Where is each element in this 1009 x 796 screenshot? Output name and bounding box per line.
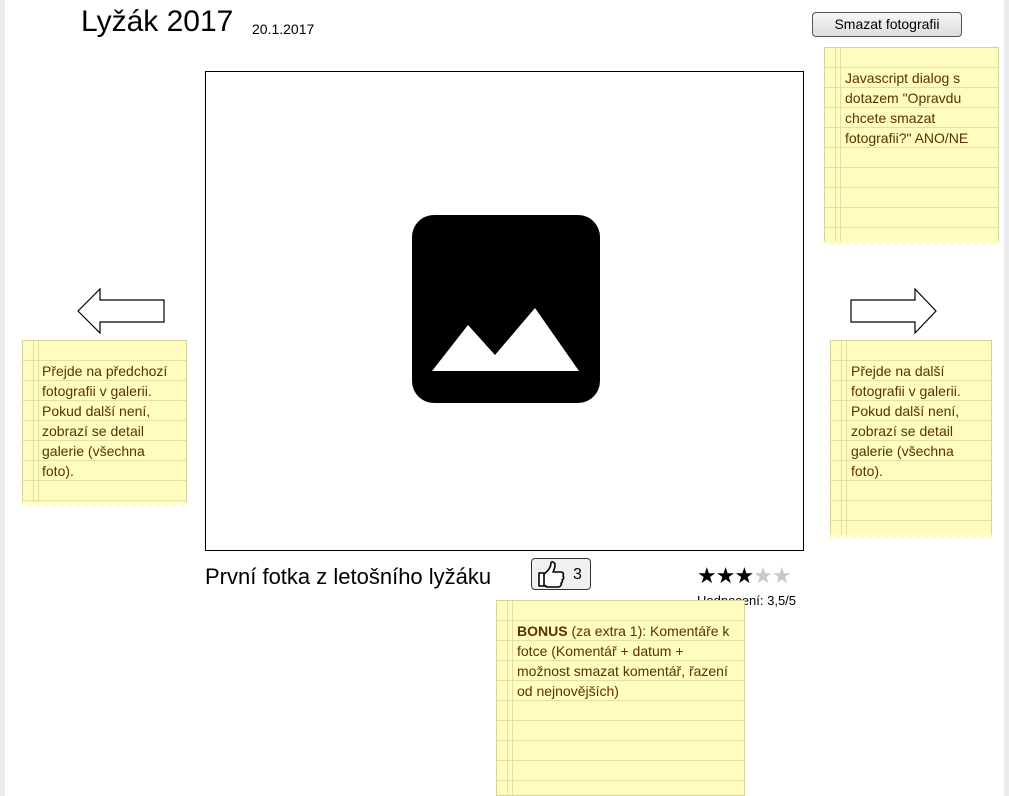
- sticky-note-next: Přejde na další fotografii v galerii. Po…: [830, 340, 992, 541]
- previous-photo-button[interactable]: [77, 287, 165, 339]
- star-filled-icon[interactable]: ★: [716, 563, 736, 588]
- window-edge-right: [1004, 0, 1009, 796]
- note-text: Přejde na předchozí fotografii v galerii…: [42, 363, 168, 479]
- star-filled-icon[interactable]: ★: [697, 563, 717, 588]
- thumbs-up-icon: [538, 561, 565, 588]
- photo-frame: [205, 71, 804, 551]
- note-text: BONUS (za extra 1): Komentáře k fotce (K…: [517, 621, 734, 701]
- gallery-date: 20.1.2017: [252, 21, 315, 37]
- star-empty-icon[interactable]: ★: [772, 563, 792, 588]
- next-photo-button[interactable]: [849, 287, 937, 339]
- bonus-title: BONUS: [517, 623, 568, 639]
- window-edge-left: [0, 0, 5, 796]
- sticky-note-previous: Přejde na předchozí fotografii v galerii…: [22, 340, 187, 508]
- note-text: Přejde na další fotografii v galerii. Po…: [851, 363, 961, 479]
- star-empty-icon[interactable]: ★: [753, 563, 773, 588]
- image-placeholder-icon: [412, 215, 600, 403]
- star-rating[interactable]: ★★★★★: [697, 563, 792, 589]
- gallery-title: Lyžák 2017: [81, 5, 234, 38]
- like-count: 3: [573, 566, 582, 583]
- star-filled-icon[interactable]: ★: [734, 563, 754, 588]
- arrow-left-icon: [77, 287, 165, 335]
- sticky-note-delete-dialog: Javascript dialog s dotazem "Opravdu chc…: [824, 47, 999, 247]
- note-text: Javascript dialog s dotazem "Opravdu chc…: [845, 70, 969, 146]
- photo-caption: První fotka z letošního lyžáku: [205, 564, 492, 589]
- like-button[interactable]: 3: [531, 558, 591, 590]
- delete-photo-button[interactable]: Smazat fotografii: [812, 12, 962, 37]
- sticky-note-bonus: BONUS (za extra 1): Komentáře k fotce (K…: [496, 600, 745, 796]
- arrow-right-icon: [850, 287, 937, 335]
